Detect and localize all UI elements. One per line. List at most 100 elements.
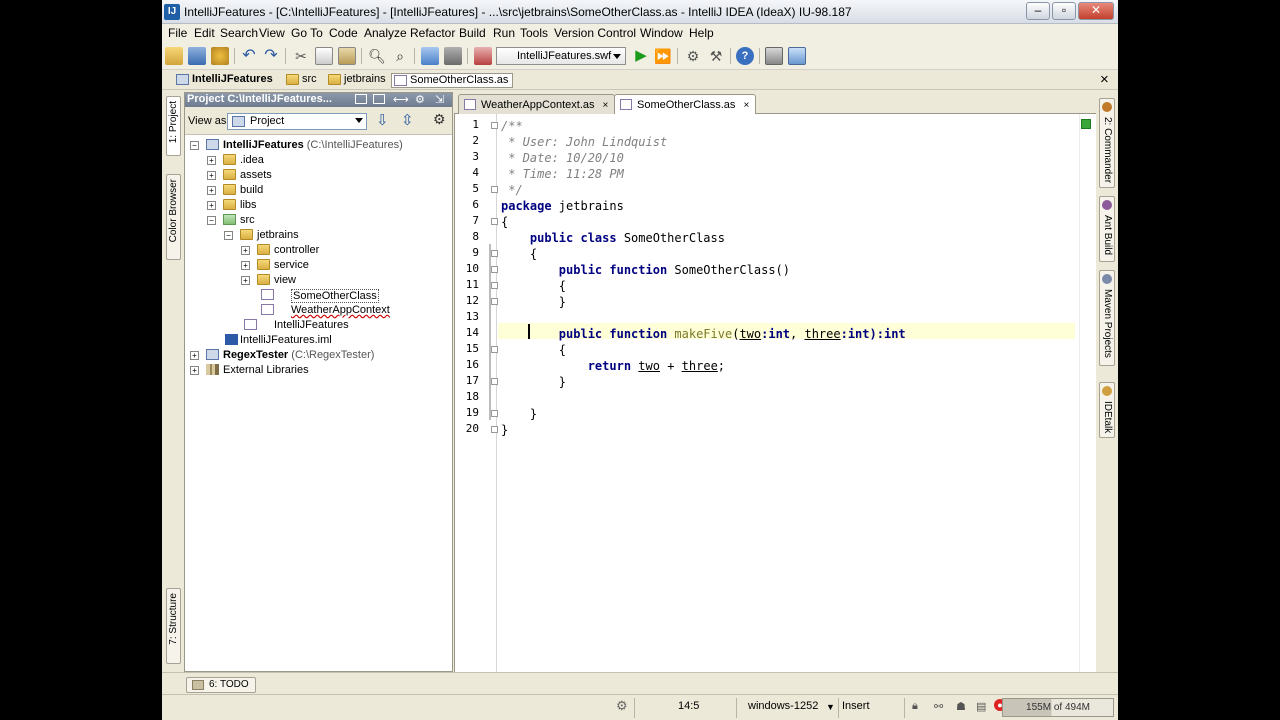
close-window-button[interactable]: ✕ bbox=[1078, 2, 1114, 20]
fold-marker[interactable] bbox=[491, 346, 498, 353]
menu-build[interactable]: Build bbox=[459, 26, 486, 40]
maximize-button[interactable]: ▫ bbox=[1052, 2, 1076, 20]
gear-icon[interactable]: ⚙ bbox=[415, 93, 425, 106]
caret-position[interactable]: 14:5 bbox=[678, 700, 699, 712]
fold-marker[interactable] bbox=[491, 186, 498, 193]
replace-icon[interactable]: ⌕ bbox=[391, 47, 409, 65]
menu-run[interactable]: Run bbox=[493, 26, 515, 40]
tab-ant-build[interactable]: Ant Build bbox=[1099, 196, 1115, 262]
lock-icon[interactable]: 🔒︎ bbox=[912, 700, 918, 713]
tab-commander[interactable]: 2: Commander bbox=[1099, 98, 1115, 188]
expand-icon[interactable]: ⟷ bbox=[393, 93, 409, 106]
forward-icon[interactable] bbox=[444, 47, 462, 65]
code-editor[interactable]: 1 2 3 4 5 6 7 8 9 10 11 12 13 14 15 16 17 18 19 20 /** * Us… bbox=[454, 114, 1104, 672]
save-icon[interactable] bbox=[188, 47, 206, 65]
collapse-all-icon[interactable] bbox=[373, 94, 385, 104]
close-navbar-icon[interactable]: × bbox=[1100, 71, 1109, 88]
back-icon[interactable] bbox=[421, 47, 439, 65]
fold-marker[interactable] bbox=[491, 266, 498, 273]
menu-goto[interactable]: Go To bbox=[291, 26, 323, 40]
menu-code[interactable]: Code bbox=[329, 26, 358, 40]
paste-icon[interactable] bbox=[338, 47, 356, 65]
encoding-dropdown-icon[interactable]: ▼ bbox=[826, 702, 835, 712]
insert-mode[interactable]: Insert bbox=[842, 700, 870, 712]
expand-icon[interactable]: + bbox=[207, 201, 216, 210]
build-icon[interactable] bbox=[474, 47, 492, 65]
tasks-icon[interactable] bbox=[788, 47, 806, 65]
hide-panel-icon[interactable]: ⇲ bbox=[435, 93, 444, 106]
gear-icon[interactable]: ⚙ bbox=[433, 111, 446, 128]
collapse-icon[interactable]: − bbox=[207, 216, 216, 225]
tab-idetalk[interactable]: IDEtalk bbox=[1099, 382, 1115, 438]
plugin-icon[interactable] bbox=[765, 47, 783, 65]
copy-icon[interactable] bbox=[315, 47, 333, 65]
fold-marker[interactable] bbox=[491, 298, 498, 305]
menu-tools[interactable]: Tools bbox=[520, 26, 548, 40]
settings-icon[interactable]: ⚙ bbox=[684, 47, 702, 65]
fold-marker[interactable] bbox=[491, 250, 498, 257]
menu-window[interactable]: Window bbox=[640, 26, 683, 40]
structure-icon[interactable]: ⚒ bbox=[707, 47, 725, 65]
error-stripe[interactable] bbox=[1079, 114, 1095, 672]
open-icon[interactable] bbox=[165, 47, 183, 65]
menu-help[interactable]: Help bbox=[689, 26, 714, 40]
tab-someotherclass[interactable]: SomeOtherClass.as × bbox=[614, 94, 757, 114]
menu-edit[interactable]: Edit bbox=[194, 26, 215, 40]
find-icon[interactable]: 🔍︎ bbox=[368, 47, 386, 65]
expand-icon[interactable]: + bbox=[207, 171, 216, 180]
tab-maven-projects[interactable]: Maven Projects bbox=[1099, 270, 1115, 366]
expand-icon[interactable]: + bbox=[241, 246, 250, 255]
view-as-select[interactable]: Project bbox=[227, 113, 367, 130]
menu-view[interactable]: View bbox=[259, 26, 285, 40]
crumb-src[interactable]: src bbox=[284, 73, 317, 88]
collapse-tree-icon[interactable]: ⇳ bbox=[401, 111, 414, 129]
menu-analyze[interactable]: Analyze bbox=[364, 26, 407, 40]
menu-version-control[interactable]: Version Control bbox=[554, 26, 636, 40]
todo-button[interactable]: 6: TODO bbox=[186, 677, 256, 693]
run-icon[interactable]: ▶ bbox=[632, 47, 650, 65]
cut-icon[interactable]: ✂ bbox=[292, 47, 310, 65]
close-tab-icon[interactable]: × bbox=[603, 100, 609, 111]
expand-icon[interactable]: + bbox=[190, 366, 199, 375]
menu-refactor[interactable]: Refactor bbox=[410, 26, 455, 40]
tab-structure[interactable]: 7: Structure bbox=[166, 588, 181, 664]
close-tab-icon[interactable]: × bbox=[743, 100, 749, 111]
fold-marker[interactable] bbox=[491, 426, 498, 433]
event-log-icon[interactable]: ▤ bbox=[976, 700, 986, 713]
expand-icon[interactable]: + bbox=[241, 261, 250, 270]
fold-marker[interactable] bbox=[491, 378, 498, 385]
tab-weatherappcontext[interactable]: WeatherAppContext.as × bbox=[458, 94, 616, 114]
run-configuration-select[interactable]: IntelliJFeatures.swf bbox=[496, 47, 626, 65]
fold-marker[interactable] bbox=[491, 122, 498, 129]
undo-icon[interactable]: ↶ bbox=[240, 47, 258, 65]
scroll-from-source-icon[interactable] bbox=[355, 94, 367, 104]
tab-color-browser[interactable]: Color Browser bbox=[166, 174, 181, 260]
fold-marker[interactable] bbox=[491, 282, 498, 289]
file-encoding[interactable]: windows-1252 bbox=[748, 700, 818, 712]
sync-icon[interactable] bbox=[211, 47, 229, 65]
git-icon[interactable]: ⚯ bbox=[934, 700, 943, 713]
fold-marker[interactable] bbox=[491, 410, 498, 417]
memory-indicator[interactable]: 155M of 494M bbox=[1002, 698, 1114, 717]
menu-search[interactable]: Search bbox=[220, 26, 258, 40]
expand-icon[interactable]: + bbox=[190, 351, 199, 360]
fold-marker[interactable] bbox=[491, 218, 498, 225]
expand-icon[interactable]: + bbox=[241, 276, 250, 285]
collapse-icon[interactable]: − bbox=[224, 231, 233, 240]
expand-icon[interactable]: + bbox=[207, 186, 216, 195]
crumb-project[interactable]: IntelliJFeatures bbox=[174, 73, 273, 88]
scroll-to-source-icon[interactable]: ⇩ bbox=[376, 111, 389, 129]
redo-icon[interactable]: ↷ bbox=[262, 47, 280, 65]
menu-file[interactable]: File bbox=[168, 26, 187, 40]
expand-icon[interactable]: + bbox=[207, 156, 216, 165]
debug-icon[interactable]: ⏩ bbox=[654, 47, 672, 65]
crumb-jetbrains[interactable]: jetbrains bbox=[326, 73, 386, 88]
collapse-icon[interactable]: − bbox=[190, 141, 199, 150]
tab-project[interactable]: 1: Project bbox=[166, 96, 181, 156]
help-icon[interactable]: ? bbox=[736, 47, 754, 65]
status-settings-icon[interactable]: ⚙ bbox=[616, 698, 628, 714]
crumb-file[interactable]: SomeOtherClass.as bbox=[391, 73, 514, 88]
minimize-button[interactable]: ‒ bbox=[1026, 2, 1050, 20]
inspector-icon[interactable]: ☗ bbox=[956, 700, 966, 713]
no-errors-icon[interactable] bbox=[1081, 119, 1091, 129]
